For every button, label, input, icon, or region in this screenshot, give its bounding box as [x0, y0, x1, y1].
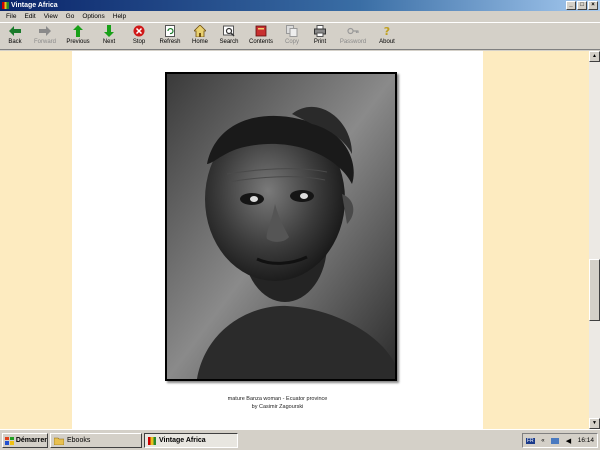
down-arrow-icon [103, 25, 115, 37]
menu-edit[interactable]: Edit [20, 13, 39, 20]
info-question-icon: ? [381, 25, 393, 37]
menu-help[interactable]: Help [109, 13, 130, 20]
start-button[interactable]: Démarrer [2, 433, 48, 448]
folder-icon [54, 437, 64, 445]
scroll-down-button[interactable]: ▼ [589, 418, 600, 429]
vertical-scrollbar[interactable]: ▲ ▼ [589, 51, 600, 429]
scroll-up-button[interactable]: ▲ [589, 51, 600, 62]
volume-icon[interactable]: ◀ [566, 437, 571, 445]
content-area: mature Banza woman - Ecuator province by… [0, 51, 589, 429]
next-button[interactable]: Next [94, 23, 124, 49]
title-bar: Vintage Africa _ □ × [0, 0, 600, 11]
home-icon [194, 25, 206, 37]
stop-icon [133, 25, 145, 37]
home-button[interactable]: Home [186, 23, 214, 49]
scroll-thumb[interactable] [589, 259, 600, 321]
copy-button[interactable]: Copy [278, 23, 306, 49]
task-vintage-africa[interactable]: Vintage Africa [144, 433, 238, 448]
back-arrow-icon [9, 25, 21, 37]
caption-title: mature Banza woman - Ecuator province [227, 396, 328, 402]
copy-icon [286, 25, 298, 37]
portrait-photo-frame [165, 72, 397, 381]
tray-expand-icon[interactable]: « [541, 438, 544, 444]
menu-go[interactable]: Go [62, 13, 79, 20]
menu-bar: File Edit View Go Options Help [0, 11, 600, 22]
photo-caption: mature Banza woman - Ecuator province by… [72, 395, 483, 411]
window-title: Vintage Africa [11, 2, 58, 9]
maximize-button[interactable]: □ [577, 1, 587, 10]
clock[interactable]: 16:14 [578, 437, 594, 444]
svg-text:?: ? [384, 25, 390, 37]
ebook-page: mature Banza woman - Ecuator province by… [72, 51, 483, 429]
refresh-icon [164, 25, 176, 37]
language-indicator[interactable]: FR [526, 437, 535, 444]
windows-logo-icon [5, 436, 14, 445]
minimize-button[interactable]: _ [566, 1, 576, 10]
menu-file[interactable]: File [2, 13, 20, 20]
back-button[interactable]: Back [2, 23, 28, 49]
task-ebooks[interactable]: Ebooks [50, 433, 142, 448]
stop-button[interactable]: Stop [124, 23, 154, 49]
app-icon [148, 436, 156, 445]
about-button[interactable]: ? About [372, 23, 402, 49]
close-button[interactable]: × [588, 1, 598, 10]
up-arrow-icon [72, 25, 84, 37]
network-icon[interactable] [551, 437, 560, 444]
menu-options[interactable]: Options [78, 13, 108, 20]
contents-button[interactable]: Contents [244, 23, 278, 49]
key-icon [347, 25, 359, 37]
forward-arrow-icon [39, 25, 51, 37]
book-icon [255, 25, 267, 37]
password-button[interactable]: Password [334, 23, 372, 49]
system-tray: FR « ◀ 16:14 [522, 433, 598, 448]
forward-button[interactable]: Forward [28, 23, 62, 49]
search-icon [223, 25, 235, 37]
menu-view[interactable]: View [40, 13, 62, 20]
toolbar: Back Forward Previous Next Stop Refresh [0, 22, 600, 50]
print-button[interactable]: Print [306, 23, 334, 49]
previous-button[interactable]: Previous [62, 23, 94, 49]
portrait-photo [167, 74, 395, 379]
search-button[interactable]: Search [214, 23, 244, 49]
printer-icon [314, 25, 326, 37]
app-icon [2, 2, 9, 9]
refresh-button[interactable]: Refresh [154, 23, 186, 49]
taskbar: Démarrer Ebooks Vintage Africa FR « ◀ 16… [0, 429, 600, 450]
caption-credit: by Casimir Zagourski [251, 404, 304, 410]
